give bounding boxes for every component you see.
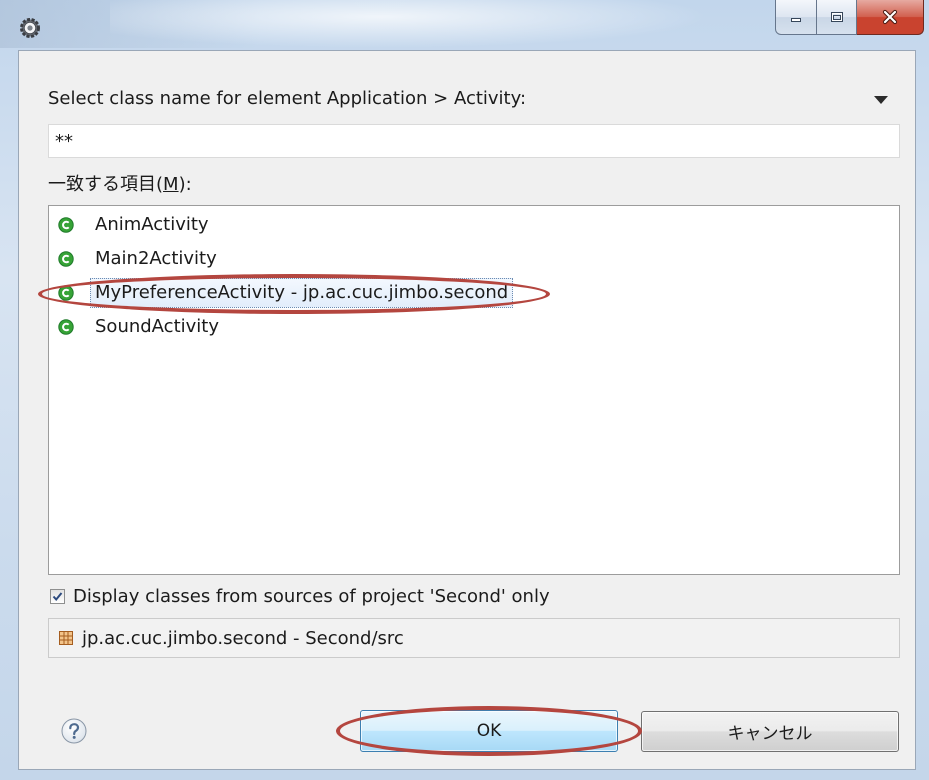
mnemonic-underline: M [163, 174, 179, 195]
list-item-label: MyPreferenceActivity - jp.ac.cuc.jimbo.s… [90, 278, 514, 308]
list-item-label: SoundActivity [95, 316, 219, 337]
maximize-icon [830, 12, 843, 22]
matching-items-list[interactable]: AnimActivity Main2Activity MyPreferenceA… [48, 205, 900, 575]
cancel-button[interactable]: キャンセル [641, 711, 899, 752]
dialog-window: Select class name for element Applicatio… [0, 0, 929, 780]
minimize-icon [791, 18, 801, 22]
package-icon [59, 631, 73, 645]
help-icon[interactable] [61, 718, 87, 744]
close-button[interactable] [857, 0, 924, 35]
list-item-label: Main2Activity [95, 248, 217, 269]
minimize-button[interactable] [775, 0, 817, 35]
list-item-label: AnimActivity [95, 214, 209, 235]
source-filter-label[interactable]: Display classes from sources of project … [73, 586, 550, 608]
matching-items-label: 一致する項目(M): [48, 174, 192, 195]
close-icon [882, 9, 898, 25]
checkmark-icon [52, 592, 63, 602]
title-bar[interactable] [0, 0, 929, 50]
prompt-label: Select class name for element Applicatio… [48, 88, 527, 109]
app-icon[interactable] [19, 17, 41, 39]
package-field: jp.ac.cuc.jimbo.second - Second/src [48, 618, 900, 658]
package-label: jp.ac.cuc.jimbo.second - Second/src [82, 627, 404, 649]
window-controls [775, 0, 924, 35]
dialog-content: Select class name for element Applicatio… [18, 50, 916, 770]
class-icon [58, 251, 74, 267]
list-item[interactable]: Main2Activity [49, 242, 899, 276]
class-icon [58, 319, 74, 335]
source-filter-checkbox[interactable] [50, 589, 65, 604]
class-icon [58, 217, 74, 233]
filter-input[interactable] [48, 124, 900, 158]
class-icon [58, 285, 74, 301]
ok-button[interactable]: OK [360, 710, 618, 752]
view-menu-triangle-icon[interactable] [874, 96, 888, 105]
list-item[interactable]: SoundActivity [49, 310, 899, 344]
list-item[interactable]: AnimActivity [49, 208, 899, 242]
maximize-button[interactable] [817, 0, 857, 35]
list-item[interactable]: MyPreferenceActivity - jp.ac.cuc.jimbo.s… [49, 276, 899, 310]
